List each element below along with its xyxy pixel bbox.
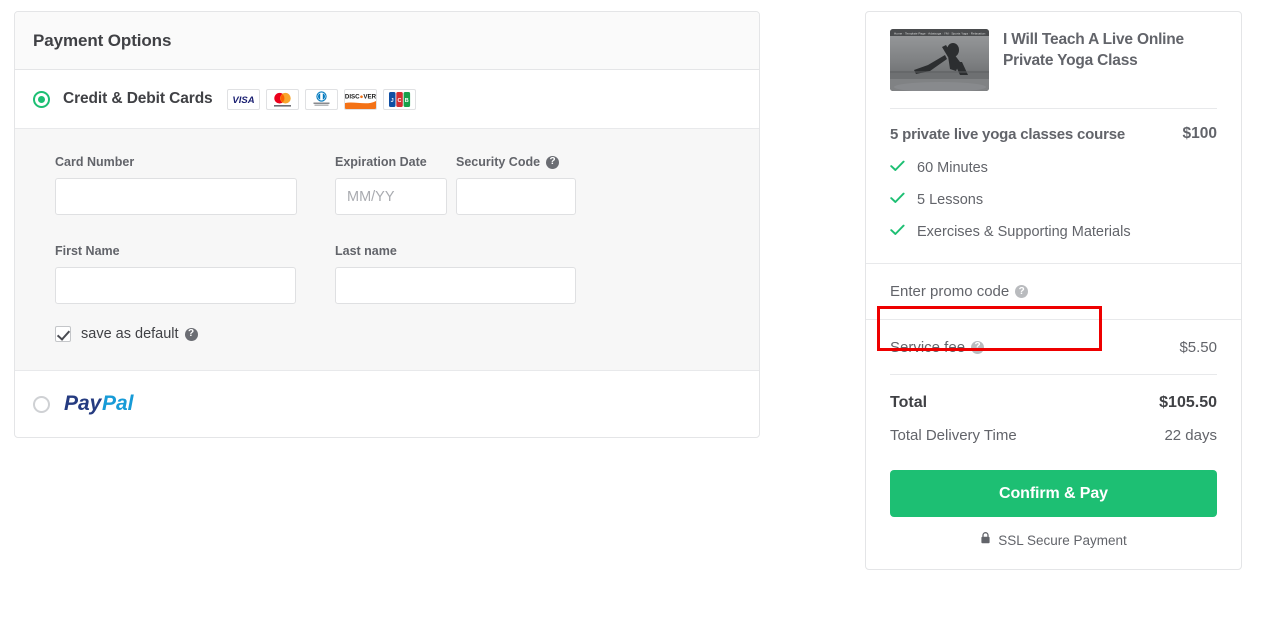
check-icon	[890, 191, 905, 209]
first-name-field-group: First Name	[55, 244, 296, 304]
checkout-page: Payment Options Credit & Debit Cards VIS…	[0, 0, 1263, 627]
security-code-label: Security Code ?	[456, 155, 576, 169]
card-number-input[interactable]	[55, 178, 297, 215]
visa-logo-icon: VISA	[226, 88, 260, 110]
total-row: Total $105.50	[866, 375, 1241, 412]
mastercard-logo-icon	[265, 88, 299, 110]
last-name-input[interactable]	[335, 267, 576, 304]
total-value: $105.50	[1159, 394, 1217, 412]
check-icon	[890, 223, 905, 241]
svg-text:Home · Template Page · Adatsog: Home · Template Page · Adatsoga · YM · S…	[894, 31, 986, 35]
service-fee-row: Service fee ? $5.50	[866, 319, 1241, 374]
security-code-input[interactable]	[456, 178, 576, 215]
last-name-label: Last name	[335, 244, 397, 258]
card-brand-logos: VISA DISC●VER J C B	[226, 88, 416, 110]
first-name-label: First Name	[55, 244, 120, 258]
promo-code-label-text: Enter promo code	[890, 283, 1010, 301]
package-feature-item: 60 Minutes	[890, 159, 1217, 177]
package-price: $100	[1182, 125, 1217, 142]
check-icon	[890, 159, 905, 177]
discover-logo-icon: DISC●VER	[343, 88, 377, 110]
paypal-logo-icon: Pay Pal	[64, 391, 152, 417]
payment-options-panel: Payment Options Credit & Debit Cards VIS…	[14, 11, 760, 438]
promo-code-label: Enter promo code ?	[890, 283, 1029, 301]
lock-icon	[980, 531, 991, 549]
ssl-secure-payment-label: SSL Secure Payment	[998, 532, 1127, 548]
card-details-row: Card Number Expiration Date Security Cod…	[55, 155, 719, 215]
service-fee-value: $5.50	[1179, 338, 1217, 356]
delivery-time-row: Total Delivery Time 22 days	[866, 412, 1241, 444]
svg-text:VISA: VISA	[232, 95, 254, 106]
delivery-time-label: Total Delivery Time	[890, 427, 1017, 445]
credit-card-form: Card Number Expiration Date Security Cod…	[15, 129, 759, 371]
package-feature-label: 5 Lessons	[917, 192, 984, 209]
expiration-date-field-group: Expiration Date	[335, 155, 447, 215]
save-as-default-row[interactable]: save as default ?	[55, 326, 719, 342]
question-mark-icon[interactable]: ?	[1015, 285, 1029, 299]
radio-paypal[interactable]	[33, 395, 50, 413]
order-summary-panel: Home · Template Page · Adatsoga · YM · S…	[865, 11, 1242, 571]
radio-credit-card[interactable]	[33, 90, 50, 108]
package-feature-label: 60 Minutes	[917, 160, 988, 177]
page-title: Payment Options	[33, 30, 172, 50]
svg-text:J: J	[390, 98, 393, 104]
svg-text:B: B	[404, 98, 408, 104]
delivery-time-value: 22 days	[1164, 427, 1217, 445]
save-as-default-checkbox[interactable]	[55, 326, 71, 342]
security-code-field-group: Security Code ?	[456, 155, 576, 215]
payment-method-paypal[interactable]: Pay Pal	[15, 371, 759, 437]
name-details-row: First Name Last name	[55, 244, 719, 304]
svg-text:DISC●VER: DISC●VER	[345, 93, 376, 100]
svg-text:C: C	[397, 98, 401, 104]
expiration-date-input[interactable]	[335, 178, 447, 215]
total-label: Total	[890, 394, 928, 412]
gig-summary-header: Home · Template Page · Adatsoga · YM · S…	[866, 12, 1241, 91]
save-as-default-label: save as default ?	[81, 326, 198, 342]
expiration-date-label: Expiration Date	[335, 155, 427, 169]
svg-text:Pal: Pal	[102, 392, 135, 415]
payment-method-label: Credit & Debit Cards	[63, 90, 213, 107]
package-spacer	[890, 241, 1217, 263]
service-fee-label: Service fee ?	[890, 338, 985, 356]
promo-code-row[interactable]: Enter promo code ?	[866, 263, 1241, 319]
payment-method-credit-card[interactable]: Credit & Debit Cards VISA DISC●VER J C B	[15, 70, 759, 129]
card-number-field-group: Card Number	[55, 155, 297, 215]
question-mark-icon[interactable]: ?	[971, 340, 985, 354]
last-name-field-group: Last name	[335, 244, 576, 304]
package-feature-label: Exercises & Supporting Materials	[917, 224, 1131, 241]
package-summary: 5 private live yoga classes course $100 …	[866, 109, 1241, 263]
gig-title: I Will Teach A Live Online Private Yoga …	[1003, 31, 1184, 70]
package-head: 5 private live yoga classes course $100	[890, 125, 1217, 145]
payment-options-header: Payment Options	[15, 12, 759, 70]
diners-club-logo-icon	[304, 88, 338, 110]
svg-text:Pay: Pay	[64, 392, 103, 415]
ssl-secure-payment-note: SSL Secure Payment	[866, 531, 1241, 569]
package-feature-item: 5 Lessons	[890, 191, 1217, 209]
question-mark-icon[interactable]: ?	[546, 155, 560, 169]
card-number-label: Card Number	[55, 155, 135, 169]
package-feature-item: Exercises & Supporting Materials	[890, 223, 1217, 241]
jcb-logo-icon: J C B	[382, 88, 416, 110]
package-name: 5 private live yoga classes course	[890, 126, 1126, 143]
question-mark-icon[interactable]: ?	[184, 327, 198, 341]
gig-thumbnail: Home · Template Page · Adatsoga · YM · S…	[890, 29, 989, 91]
confirm-and-pay-button[interactable]: Confirm & Pay	[890, 470, 1217, 518]
save-as-default-label-text: save as default	[81, 326, 179, 342]
service-fee-label-text: Service fee	[890, 338, 966, 356]
first-name-input[interactable]	[55, 267, 296, 304]
security-code-label-text: Security Code	[456, 155, 541, 169]
